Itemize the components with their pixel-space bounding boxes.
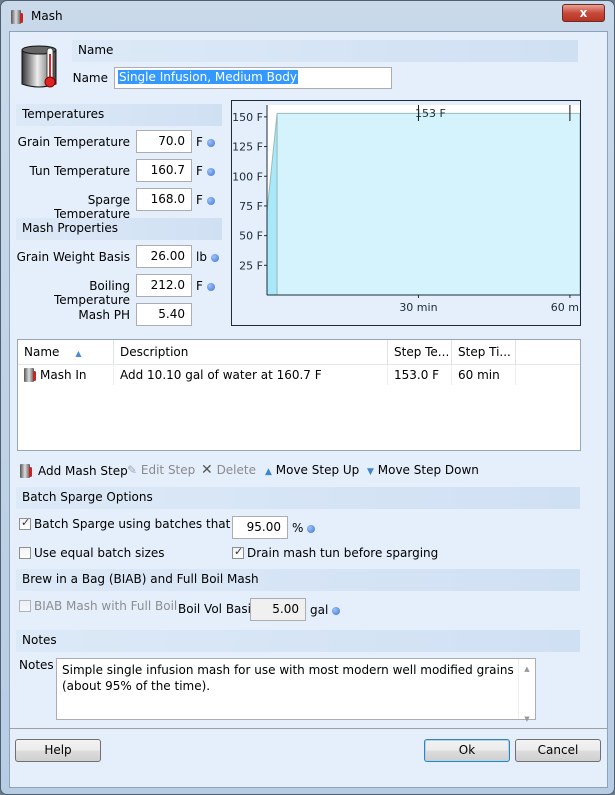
- equal-batch-checkbox[interactable]: [19, 547, 31, 559]
- move-step-down-button[interactable]: ▼ Move Step Down: [367, 461, 479, 479]
- ok-button[interactable]: Ok: [424, 739, 510, 762]
- batch-sparge-label: Batch Sparge using batches that fill: [34, 517, 249, 531]
- cell-step-temp: 153.0 F: [388, 365, 452, 385]
- notes-scrollbar[interactable]: ▲ ▼: [518, 659, 535, 723]
- notes-header: Notes: [16, 630, 580, 652]
- step-temp-annotation: 153 F: [415, 107, 446, 120]
- unit-dot-icon[interactable]: [210, 253, 219, 262]
- y-tick-label: 50 F: [239, 230, 263, 243]
- column-header-name[interactable]: Name ▲: [18, 340, 114, 364]
- mash-tun-icon: [20, 464, 32, 478]
- name-label: Name: [72, 71, 108, 85]
- delete-x-icon: ✕: [201, 462, 213, 478]
- help-button[interactable]: Help: [15, 739, 101, 762]
- window-title: Mash: [31, 9, 63, 23]
- grain-temp-unit: F: [196, 135, 215, 149]
- delete-button[interactable]: ✕ Delete: [201, 461, 256, 479]
- unit-dot-icon[interactable]: [206, 196, 215, 205]
- tun-temp-unit: F: [196, 164, 215, 178]
- batch-sparge-checkbox[interactable]: [19, 516, 31, 530]
- cancel-button[interactable]: Cancel: [515, 739, 601, 762]
- boiling-temp-unit: F: [196, 279, 215, 293]
- x-tick-label: 60 min: [551, 301, 580, 314]
- boiling-temp-label: Boiling Temperature: [53, 279, 130, 307]
- cell-name: Mash In: [18, 365, 114, 385]
- sparge-temp-input[interactable]: 168.0: [136, 188, 192, 211]
- unit-dot-icon[interactable]: [206, 138, 215, 147]
- name-input[interactable]: Single Infusion, Medium Body: [114, 67, 392, 89]
- mash-dialog: Mash x Name Name Single Infusion, Medium…: [0, 0, 615, 795]
- cell-step-time: 60 min: [452, 365, 516, 385]
- edit-step-button[interactable]: ✎ Edit Step: [127, 461, 195, 479]
- mash-profile-chart: 25 F 50 F 75 F 100 F 125 F 150 F 30 min 60 min 1…: [231, 100, 589, 326]
- move-step-up-button[interactable]: ▲ Move Step Up: [265, 461, 359, 479]
- grain-weight-unit: lb: [196, 250, 219, 264]
- step-area: [276, 112, 581, 296]
- cell-description: Add 10.10 gal of water at 160.7 F: [114, 365, 388, 385]
- sparge-temp-unit: F: [196, 193, 215, 207]
- boil-vol-unit: gal: [310, 603, 341, 617]
- tun-temp-label: Tun Temperature: [29, 164, 130, 178]
- boil-vol-label: Boil Vol Basis: [178, 602, 258, 616]
- batch-fill-unit: %: [292, 521, 316, 535]
- add-mash-step-button[interactable]: Add Mash Step: [20, 461, 128, 479]
- column-header-step-time[interactable]: Step Ti...: [452, 340, 516, 364]
- sparge-temp-label: Sparge Temperature: [53, 193, 130, 221]
- unit-dot-icon[interactable]: [206, 167, 215, 176]
- drain-mash-tun-label: Drain mash tun before sparging: [247, 546, 439, 560]
- unit-dot-icon[interactable]: [206, 282, 215, 291]
- notes-textarea[interactable]: Simple single infusion mash for use with…: [56, 658, 536, 723]
- y-tick-label: 150 F: [232, 111, 263, 124]
- batch-sparge-header: Batch Sparge Options: [16, 487, 580, 509]
- chart-svg: 25 F 50 F 75 F 100 F 125 F 150 F 30 min 60 min 1…: [232, 105, 589, 314]
- unit-dot-icon[interactable]: [332, 606, 341, 615]
- y-tick-label: 75 F: [239, 200, 263, 213]
- y-tick-label: 25 F: [239, 259, 263, 272]
- temperatures-header: Temperatures: [16, 104, 222, 126]
- grain-weight-input[interactable]: 26.00: [136, 245, 192, 268]
- notes-text: Simple single infusion mash for use with…: [62, 663, 514, 693]
- biab-label: BIAB Mash with Full Boil: [34, 599, 178, 613]
- grain-temp-label: Grain Temperature: [17, 135, 130, 149]
- mash-ph-input[interactable]: 5.40: [136, 303, 192, 326]
- unit-dot-icon[interactable]: [307, 524, 316, 533]
- arrow-down-icon: ▼: [367, 467, 374, 477]
- column-header-step-temp[interactable]: Step Te...: [388, 340, 452, 364]
- tun-temp-input[interactable]: 160.7: [136, 159, 192, 182]
- name-input-value: Single Infusion, Medium Body: [118, 70, 298, 84]
- biab-checkbox[interactable]: [19, 600, 31, 612]
- mash-properties-header: Mash Properties: [16, 218, 222, 240]
- batch-fill-input[interactable]: 95.00: [232, 516, 288, 539]
- arrow-up-icon: ▲: [265, 467, 272, 477]
- mash-tun-icon: [24, 368, 36, 382]
- x-tick-label: 30 min: [399, 301, 437, 314]
- name-section-header: Name: [72, 40, 578, 62]
- edit-icon: ✎: [127, 463, 138, 477]
- sort-ascending-icon: ▲: [75, 349, 82, 358]
- notes-label: Notes: [19, 658, 54, 672]
- close-button[interactable]: x: [562, 4, 605, 22]
- mash-tun-thermometer-icon: [21, 45, 57, 88]
- drain-mash-tun-checkbox[interactable]: [232, 545, 244, 559]
- mash-ph-label: Mash PH: [78, 308, 130, 322]
- column-header-description[interactable]: Description: [114, 340, 388, 364]
- biab-header: Brew in a Bag (BIAB) and Full Boil Mash: [16, 569, 580, 591]
- mash-steps-table[interactable]: Name ▲ Description Step Te... Step Ti... …: [17, 339, 581, 451]
- grain-temp-input[interactable]: 70.0: [136, 130, 192, 153]
- equal-batch-label: Use equal batch sizes: [34, 546, 165, 560]
- y-tick-label: 125 F: [232, 141, 263, 154]
- mash-tun-icon: [11, 10, 23, 24]
- dialog-body: Name Name Single Infusion, Medium Body T…: [9, 31, 608, 788]
- grain-weight-label: Grain Weight Basis: [16, 250, 130, 264]
- title-bar: Mash x: [1, 1, 614, 33]
- boiling-temp-input[interactable]: 212.0: [136, 274, 192, 297]
- y-tick-label: 100 F: [232, 170, 263, 183]
- boil-vol-input[interactable]: 5.00: [250, 598, 306, 621]
